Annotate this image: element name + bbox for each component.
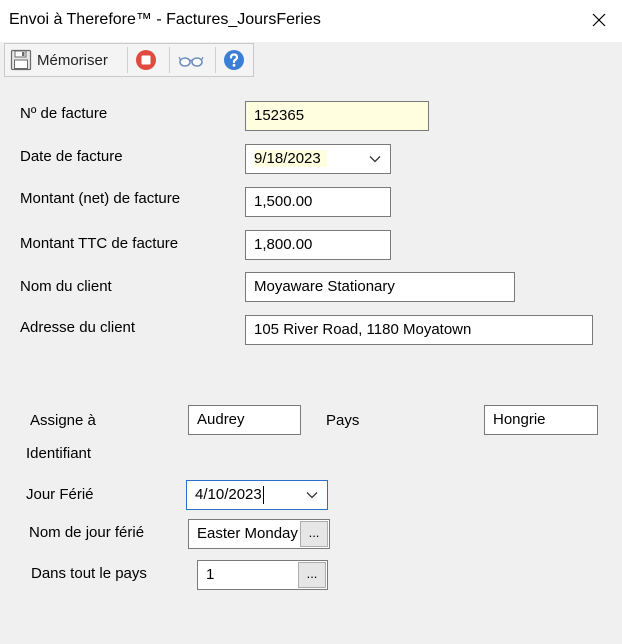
nationwide-field[interactable]: 1 ... [197,560,328,590]
title-bar: Envoi à Therefore™ - Factures_JoursFerie… [0,0,622,42]
save-label: Mémoriser [37,51,108,69]
client-address-label: Adresse du client [20,319,136,336]
text-caret [262,486,264,505]
invoice-date-dropdown[interactable] [360,145,390,173]
identifier-label: Identifiant [26,445,92,462]
holiday-date-label: Jour Férié [26,486,94,503]
country-value: Hongrie [493,411,546,428]
invoice-date-picker[interactable]: 9/18/2023 [245,144,391,174]
holiday-date-value: 4/10/2023 [195,486,262,503]
holiday-name-value: Easter Monday [197,525,298,542]
client-address-value: 105 River Road, 1180 Moyatown [254,321,472,338]
help-icon [224,50,244,70]
invoice-date-label: Date de facture [20,148,123,165]
close-icon [592,13,606,27]
chevron-down-icon [369,156,381,163]
chevron-down-icon [306,492,318,499]
net-amount-field[interactable]: 1,500.00 [245,187,391,217]
invoice-no-label: Nº de facture [20,105,108,122]
assign-field[interactable]: Audrey [188,405,301,435]
holiday-date-dropdown[interactable] [297,481,327,509]
close-button[interactable] [576,0,622,40]
help-button[interactable] [223,44,245,76]
toolbar-separator [127,47,128,73]
nationwide-label: Dans tout le pays [31,565,147,582]
nationwide-browse-button[interactable]: ... [298,562,326,588]
glasses-icon [178,56,204,67]
client-name-field[interactable]: Moyaware Stationary [245,272,515,302]
country-label: Pays [326,412,360,429]
invoice-no-value: 152365 [254,107,305,124]
assign-label: Assigne à [30,412,96,429]
floppy-disk-icon [10,49,32,71]
client-address-field[interactable]: 105 River Road, 1180 Moyatown [245,315,593,345]
toolbar: Mémoriser [4,43,254,77]
net-amount-label: Montant (net) de facture [20,190,181,207]
country-field[interactable]: Hongrie [484,405,598,435]
nationwide-value: 1 [206,566,215,583]
client-name-label: Nom du client [20,278,112,295]
stop-icon [136,50,156,70]
assign-value: Audrey [197,411,245,428]
client-name-value: Moyaware Stationary [254,278,395,295]
toolbar-separator [215,47,216,73]
invoice-no-field[interactable]: 152365 [245,101,429,131]
view-button[interactable] [178,44,204,76]
gross-amount-label: Montant TTC de facture [20,235,179,252]
window-title: Envoi à Therefore™ - Factures_JoursFerie… [9,11,321,28]
invoice-date-value: 9/18/2023 [254,150,327,167]
holiday-name-label: Nom de jour férié [29,524,145,541]
save-button[interactable]: Mémoriser [10,44,108,76]
gross-amount-value: 1,800.00 [254,236,313,253]
holiday-name-field[interactable]: Easter Monday ... [188,519,330,549]
gross-amount-field[interactable]: 1,800.00 [245,230,391,260]
holiday-name-browse-button[interactable]: ... [300,521,328,547]
stop-button[interactable] [135,44,157,76]
holiday-date-picker[interactable]: 4/10/2023 [186,480,328,510]
toolbar-separator [169,47,170,73]
net-amount-value: 1,500.00 [254,193,313,210]
